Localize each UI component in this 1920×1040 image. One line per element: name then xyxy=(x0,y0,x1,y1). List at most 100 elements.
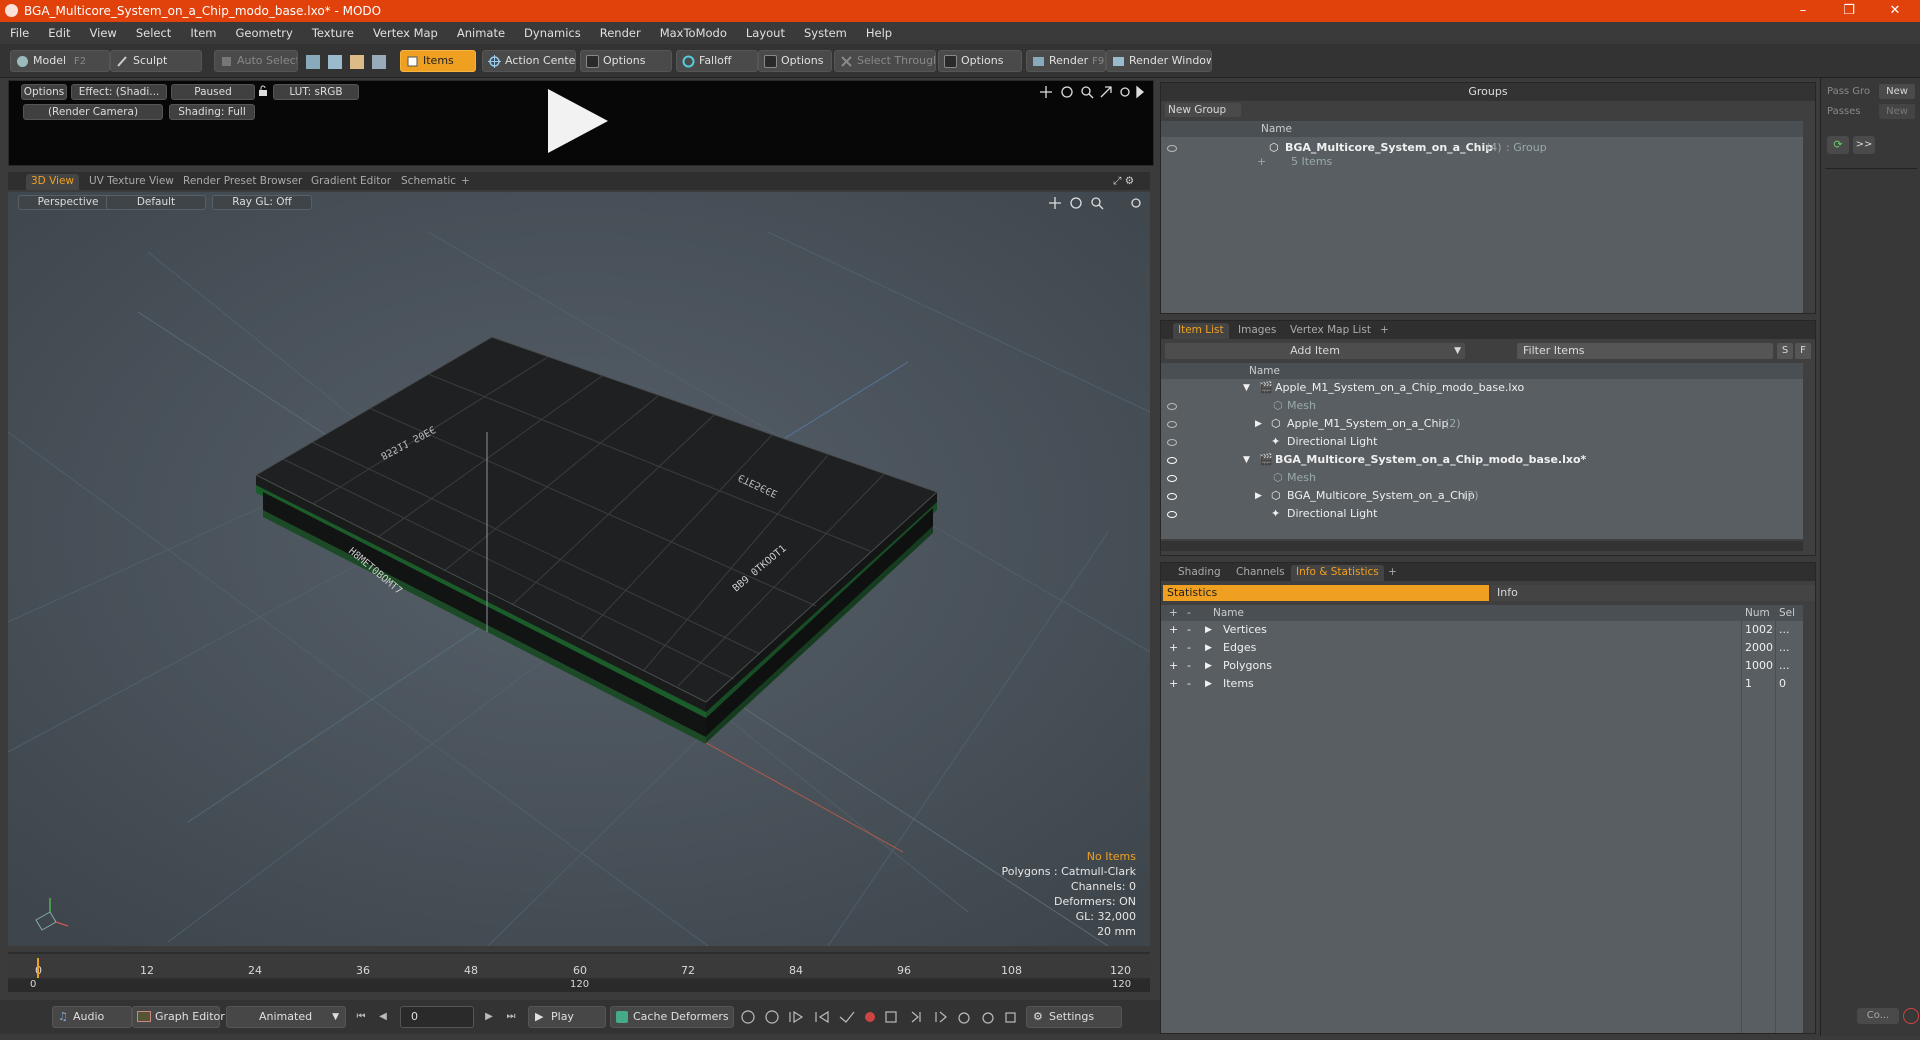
stats-add-icon[interactable]: + xyxy=(1169,657,1178,675)
menu-animate[interactable]: Animate xyxy=(447,22,514,40)
item-row-bga-group[interactable]: ▶ ⬡ BGA_Multicore_System_on_a_Chip (2) xyxy=(1161,487,1803,505)
expand-triangle-icon[interactable]: ▶ xyxy=(1205,675,1212,693)
preview-view-controls[interactable] xyxy=(1039,85,1145,99)
tab-gradient-editor[interactable]: Gradient Editor xyxy=(306,174,396,190)
graph-editor-button[interactable]: Graph Editor xyxy=(132,1006,225,1028)
tab-schematic[interactable]: Schematic xyxy=(396,174,461,190)
filter-f-button[interactable]: F xyxy=(1795,343,1811,359)
action-center-button[interactable]: Action Center xyxy=(482,50,576,72)
step-back-icon[interactable]: ◀ xyxy=(376,1010,390,1024)
tab-channels[interactable]: Channels xyxy=(1231,565,1290,581)
step-forward-icon[interactable]: ▶ xyxy=(482,1010,496,1024)
preview-options-button[interactable]: Options xyxy=(21,84,67,100)
timeline-playhead[interactable] xyxy=(37,958,39,978)
stats-add-icon[interactable]: + xyxy=(1169,621,1178,639)
skip-end-icon[interactable]: ⏭ xyxy=(504,1010,518,1024)
skip-start-icon[interactable]: ⏮ xyxy=(354,1010,368,1024)
stats-row-vertices[interactable]: + - ▶ Vertices 1002 ... xyxy=(1161,621,1803,639)
visibility-eye-icon[interactable] xyxy=(1167,145,1177,152)
stats-remove-icon[interactable]: - xyxy=(1187,621,1191,639)
item-row-apple-group[interactable]: ▶ ⬡ Apple_M1_System_on_a_Chip (2) xyxy=(1161,415,1803,433)
item-list-scrollbar[interactable] xyxy=(1161,541,1803,551)
filter-s-button[interactable]: S xyxy=(1777,343,1793,359)
menu-dynamics[interactable]: Dynamics xyxy=(514,22,590,40)
shading-dropdown[interactable]: Shading: Full xyxy=(169,104,255,120)
preview-effect-dropdown[interactable]: Effect: (Shadi... xyxy=(71,84,167,100)
stats-remove-icon[interactable]: - xyxy=(1187,675,1191,693)
add-item-button[interactable]: Add Item ▼ xyxy=(1165,343,1465,359)
select-through-options-button[interactable]: Options xyxy=(938,50,1022,72)
raygl-dropdown[interactable]: Ray GL: Off xyxy=(212,195,312,210)
collapse-triangle-icon[interactable]: ▼ xyxy=(1243,451,1250,469)
stats-row-items[interactable]: + - ▶ Items 1 0 xyxy=(1161,675,1803,693)
timeline-range-bar[interactable]: 0 120 120 xyxy=(8,979,1150,992)
new-pass-button[interactable]: New xyxy=(1879,104,1915,119)
preview-paused-button[interactable]: Paused xyxy=(171,84,255,100)
item-row-light[interactable]: ✦ Directional Light xyxy=(1161,433,1803,451)
tab-vertex-map-list[interactable]: Vertex Map List xyxy=(1285,323,1376,339)
lut-dropdown[interactable]: LUT: sRGB xyxy=(273,84,359,100)
close-button[interactable]: ✕ xyxy=(1872,0,1918,22)
stats-add-icon[interactable]: + xyxy=(1169,639,1178,657)
audio-button[interactable]: ♫ Audio xyxy=(52,1006,132,1028)
tab-shading[interactable]: Shading xyxy=(1173,565,1226,581)
add-tab-button[interactable]: + xyxy=(456,174,475,190)
items-mode-button[interactable]: Items xyxy=(400,50,476,72)
perspective-dropdown[interactable]: Perspective xyxy=(18,195,118,210)
menu-maxtomodo[interactable]: MaxToModo xyxy=(650,22,736,40)
collapse-triangle-icon[interactable]: ▼ xyxy=(1243,379,1250,397)
model-mode-button[interactable]: Model F2 xyxy=(10,50,110,72)
expand-triangle-icon[interactable]: ▶ xyxy=(1255,415,1262,433)
view-controls-icons[interactable] xyxy=(1039,85,1145,99)
item-row-mesh[interactable]: ⬡ Mesh xyxy=(1161,397,1803,415)
lock-icon[interactable] xyxy=(257,85,269,97)
info-tab[interactable]: Info xyxy=(1491,585,1815,601)
new-pass-group-button[interactable]: New xyxy=(1879,84,1915,99)
stats-add-icon[interactable]: + xyxy=(1169,675,1178,693)
menu-render[interactable]: Render xyxy=(590,22,650,40)
sculpt-mode-button[interactable]: Sculpt xyxy=(110,50,202,72)
frame-input[interactable]: 0 xyxy=(400,1006,474,1028)
groups-list[interactable]: Name ⬡ BGA_Multicore_System_on_a_Chip (4… xyxy=(1161,121,1803,313)
expand-triangle-icon[interactable]: ▶ xyxy=(1255,487,1262,505)
transport-icons[interactable] xyxy=(740,1009,1020,1025)
filter-items-input[interactable]: Filter Items xyxy=(1517,343,1773,359)
render-button[interactable]: Render F9 xyxy=(1026,50,1106,72)
menu-geometry[interactable]: Geometry xyxy=(226,22,302,40)
stats-row-polygons[interactable]: + - ▶ Polygons 1000 ... xyxy=(1161,657,1803,675)
viewport-nav-icons[interactable] xyxy=(1048,196,1148,210)
add-item-tab-button[interactable]: + xyxy=(1375,323,1394,339)
tab-render-preset-browser[interactable]: Render Preset Browser xyxy=(178,174,307,190)
forward-button[interactable]: >> xyxy=(1853,136,1875,154)
tab-3d-view[interactable]: 3D View xyxy=(26,174,80,190)
expand-triangle-icon[interactable]: ▶ xyxy=(1205,621,1212,639)
expand-triangle-icon[interactable]: ▶ xyxy=(1205,639,1212,657)
tab-uv-texture-view[interactable]: UV Texture View xyxy=(84,174,179,190)
play-icon[interactable] xyxy=(546,87,610,155)
tab-images[interactable]: Images xyxy=(1233,323,1281,339)
refresh-icon[interactable]: ⟳ xyxy=(1827,136,1849,154)
default-style-dropdown[interactable]: Default xyxy=(106,195,206,210)
menu-texture[interactable]: Texture xyxy=(302,22,363,40)
maximize-button[interactable]: ❐ xyxy=(1826,0,1872,22)
add-info-tab-button[interactable]: + xyxy=(1383,565,1402,581)
stats-row-edges[interactable]: + - ▶ Edges 2000 ... xyxy=(1161,639,1803,657)
item-row-bga-file[interactable]: ▼ 🎬 BGA_Multicore_System_on_a_Chip_modo_… xyxy=(1161,451,1803,469)
visibility-eye-icon[interactable] xyxy=(1167,403,1177,410)
viewport-nav-controls[interactable] xyxy=(1048,196,1148,210)
item-row-light[interactable]: ✦ Directional Light xyxy=(1161,505,1803,523)
menu-item[interactable]: Item xyxy=(180,22,225,40)
item-row-apple-file[interactable]: ▼ 🎬 Apple_M1_System_on_a_Chip_modo_base.… xyxy=(1161,379,1803,397)
item-list[interactable]: Name ▼ 🎬 Apple_M1_System_on_a_Chip_modo_… xyxy=(1161,363,1803,539)
transport-tool-icons[interactable] xyxy=(740,1009,1020,1025)
render-window-button[interactable]: Render Window xyxy=(1106,50,1212,72)
menu-view[interactable]: View xyxy=(80,22,126,40)
visibility-eye-icon[interactable] xyxy=(1167,457,1177,464)
falloff-options-button[interactable]: Options xyxy=(758,50,832,72)
stats-remove-icon[interactable]: - xyxy=(1187,657,1191,675)
render-camera-dropdown[interactable]: (Render Camera) xyxy=(23,104,163,120)
timeline[interactable]: 0 12 24 36 48 60 72 84 96 108 120 0 120 … xyxy=(8,952,1150,992)
menu-vertex-map[interactable]: Vertex Map xyxy=(363,22,447,40)
new-group-button[interactable]: New Group xyxy=(1165,103,1241,117)
record-icon[interactable] xyxy=(1903,1008,1919,1024)
